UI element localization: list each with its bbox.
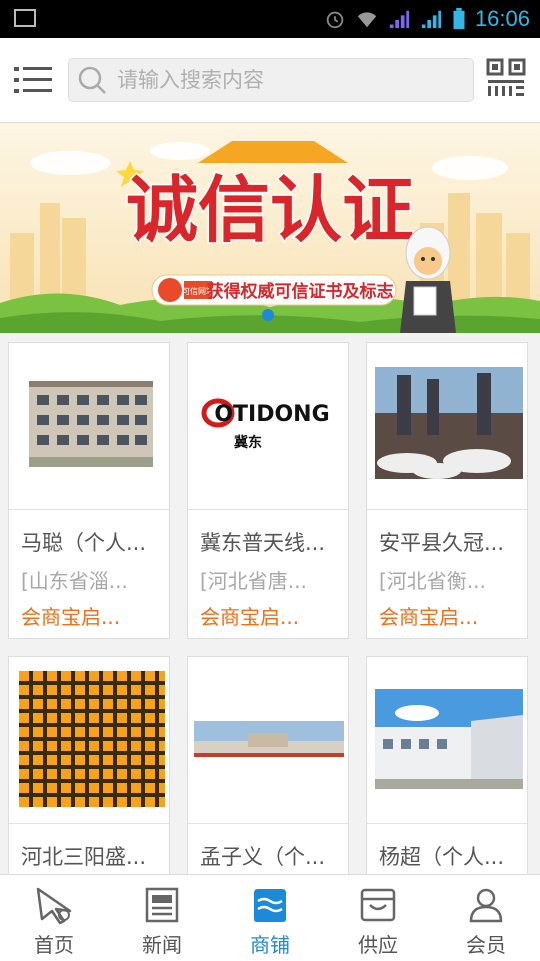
banner-title: 诚信认证 <box>126 168 414 252</box>
app-header <box>0 38 540 123</box>
shop-image <box>367 657 527 824</box>
tab-label: 新闻 <box>142 933 182 957</box>
wifi-icon <box>357 12 377 28</box>
shop-location: [河北省唐... <box>200 569 307 593</box>
shop-name: 孟子义（个... <box>200 845 326 869</box>
tab-member[interactable]: 会员 <box>432 875 540 961</box>
shop-tag: 会商宝启... <box>379 605 479 629</box>
banner-artwork: 诚信认证 可信网站 获得权威可信证书及标志 <box>0 123 540 333</box>
shop-image <box>188 657 348 824</box>
shop-name: 安平县久冠... <box>379 531 505 555</box>
carousel-indicator <box>262 309 274 321</box>
signal-icon-1 <box>389 10 410 29</box>
bottom-tab-bar: 首页 新闻 商铺 供应 会员 <box>0 874 540 961</box>
shop-name: 冀东普天线... <box>200 531 326 555</box>
shop-name: 杨超（个人... <box>379 845 505 869</box>
tab-shop[interactable]: 商铺 <box>216 875 324 961</box>
brand-logo-text: OTIDONG <box>214 402 329 427</box>
promo-banner[interactable]: 诚信认证 可信网站 获得权威可信证书及标志 <box>0 123 540 333</box>
brand-logo-subtext: 冀东 <box>234 434 262 451</box>
shop-card[interactable]: 马聪（个人... [山东省淄... 会商宝启... <box>8 342 170 639</box>
tab-label: 商铺 <box>250 933 290 957</box>
tab-home[interactable]: 首页 <box>0 875 108 961</box>
tab-supply[interactable]: 供应 <box>324 875 432 961</box>
shop-image: OTIDONG 冀东 <box>188 343 348 510</box>
search-icon <box>78 66 106 94</box>
shop-icon <box>254 889 286 922</box>
home-icon <box>36 887 72 925</box>
clock: 16:06 <box>474 6 530 31</box>
shop-name: 马聪（个人... <box>21 531 147 555</box>
image-notification-icon <box>14 9 36 27</box>
shop-tag: 会商宝启... <box>200 605 300 629</box>
shop-tag: 会商宝启... <box>21 605 121 629</box>
menu-icon[interactable] <box>14 64 54 96</box>
news-icon <box>145 887 179 923</box>
tab-label: 供应 <box>358 933 398 957</box>
shop-card[interactable]: OTIDONG 冀东 冀东普天线... [河北省唐... 会商宝启... <box>187 342 349 639</box>
alarm-icon <box>326 11 344 29</box>
status-bar: 16:06 <box>0 0 540 38</box>
shop-location: [山东省淄... <box>21 569 128 593</box>
shop-image <box>9 657 169 824</box>
shop-location: [河北省衡... <box>379 569 486 593</box>
signal-icon-2 <box>421 10 442 29</box>
tab-label: 会员 <box>466 933 506 957</box>
qr-code-icon[interactable] <box>486 58 526 98</box>
tab-label: 首页 <box>34 933 74 957</box>
shop-card[interactable]: 安平县久冠... [河北省衡... 会商宝启... <box>366 342 528 639</box>
search-bar[interactable] <box>68 58 474 102</box>
search-input[interactable] <box>115 64 459 96</box>
supply-icon <box>360 888 396 922</box>
shop-image <box>367 343 527 510</box>
member-icon <box>469 888 503 923</box>
shop-image <box>9 343 169 510</box>
banner-subtitle: 获得权威可信证书及标志 <box>207 281 394 302</box>
battery-icon <box>453 8 465 30</box>
shop-name: 河北三阳盛... <box>21 845 147 869</box>
status-icons: 16:06 <box>323 0 530 38</box>
tab-news[interactable]: 新闻 <box>108 875 216 961</box>
